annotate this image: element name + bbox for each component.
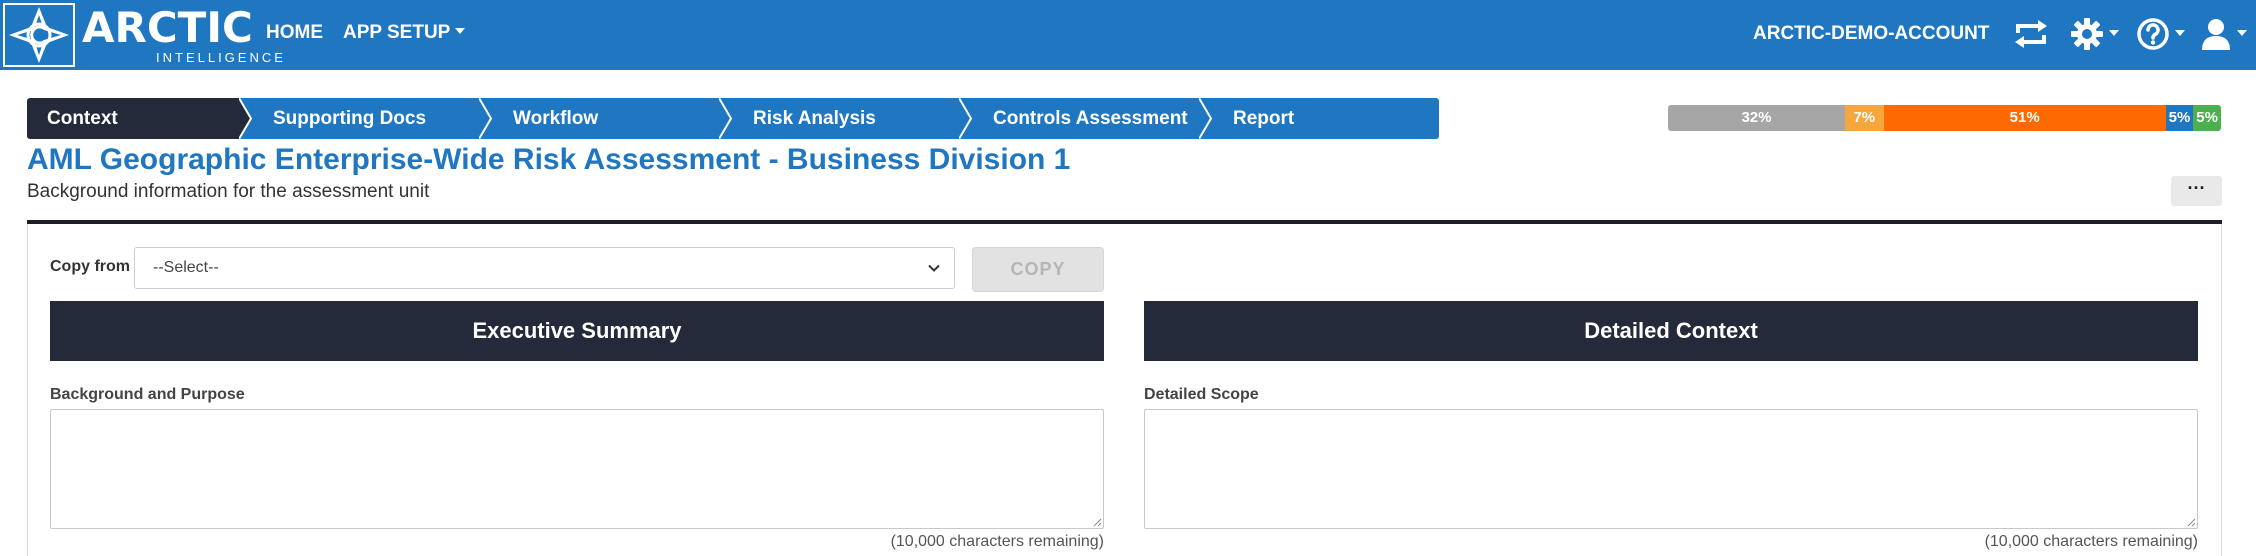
caret-down-icon: [455, 28, 466, 35]
detailed-scope-char-count: (10,000 characters remaining): [1984, 533, 2198, 550]
background-purpose-textarea[interactable]: [50, 409, 1104, 529]
step-separator-icon: [479, 98, 493, 139]
page-subtitle: Background information for the assessmen…: [27, 181, 430, 202]
user-icon: [2202, 19, 2230, 50]
executive-summary-header: Executive Summary: [50, 301, 1104, 361]
copy-from-label: Copy from: [50, 258, 130, 275]
background-purpose-label: Background and Purpose: [50, 386, 245, 403]
chevron-down-icon: [928, 264, 940, 272]
progress-segment: 5%: [2165, 105, 2194, 131]
more-options-button[interactable]: ···: [2171, 176, 2222, 206]
sync-icon[interactable]: [2012, 14, 2050, 54]
step-separator-icon: [719, 98, 733, 139]
nav-app-setup-dropdown[interactable]: APP SETUP: [343, 22, 466, 44]
step-label: Report: [1233, 108, 1295, 129]
step-risk-analysis[interactable]: Risk Analysis: [719, 98, 959, 139]
account-name[interactable]: ARCTIC-DEMO-ACCOUNT: [1753, 23, 1989, 45]
step-separator-icon: [959, 98, 973, 139]
help-dropdown[interactable]: [2136, 14, 2185, 54]
progress-segment: 32%: [1668, 105, 1845, 131]
step-label: Context: [47, 108, 118, 129]
step-report[interactable]: Report: [1199, 98, 1439, 139]
detailed-scope-textarea[interactable]: [1144, 409, 2198, 529]
step-separator-icon: [1199, 98, 1213, 139]
progress-segment: 7%: [1844, 105, 1884, 131]
copy-button[interactable]: COPY: [972, 247, 1104, 292]
step-label: Workflow: [513, 108, 599, 129]
user-dropdown[interactable]: [2200, 14, 2247, 54]
nav-app-setup-label: APP SETUP: [343, 22, 451, 43]
resize-handle-icon[interactable]: [2186, 517, 2196, 527]
resize-handle-icon[interactable]: [1092, 517, 1102, 527]
progress-segment: 5%: [2193, 105, 2221, 131]
step-label: Controls Assessment: [993, 108, 1188, 129]
step-label: Supporting Docs: [273, 108, 427, 129]
settings-dropdown[interactable]: [2070, 14, 2119, 54]
step-separator-icon: [239, 98, 253, 139]
step-context[interactable]: Context: [27, 98, 239, 139]
detailed-scope-label: Detailed Scope: [1144, 386, 1259, 403]
progress-segment: 51%: [1883, 105, 2166, 131]
assessment-progress-bar: 32% 7% 51% 5% 5%: [1668, 105, 2221, 131]
page-title: AML Geographic Enterprise-Wide Risk Asse…: [27, 143, 1071, 176]
brand[interactable]: ARCTIC INTELLIGENCE: [82, 3, 283, 66]
help-icon: [2137, 18, 2169, 50]
step-label: Risk Analysis: [753, 108, 876, 129]
caret-down-icon: [2175, 29, 2185, 36]
brand-subtitle: INTELLIGENCE: [156, 50, 286, 65]
top-navbar: ARCTIC INTELLIGENCE HOME APP SETUP ARCTI…: [0, 0, 2256, 70]
caret-down-icon: [2109, 29, 2119, 36]
step-controls-assessment[interactable]: Controls Assessment: [959, 98, 1199, 139]
caret-down-icon: [2237, 29, 2247, 36]
nav-home-link[interactable]: HOME: [266, 22, 323, 44]
arctic-logo-icon[interactable]: [3, 3, 75, 67]
step-workflow[interactable]: Workflow: [479, 98, 719, 139]
detailed-context-header: Detailed Context: [1144, 301, 2198, 361]
background-purpose-char-count: (10,000 characters remaining): [890, 533, 1104, 550]
gear-icon: [2071, 18, 2103, 50]
brand-name: ARCTIC: [82, 3, 253, 52]
copy-from-select-value: --Select--: [153, 259, 219, 276]
copy-from-select[interactable]: --Select--: [134, 247, 955, 289]
step-supporting-docs[interactable]: Supporting Docs: [239, 98, 479, 139]
